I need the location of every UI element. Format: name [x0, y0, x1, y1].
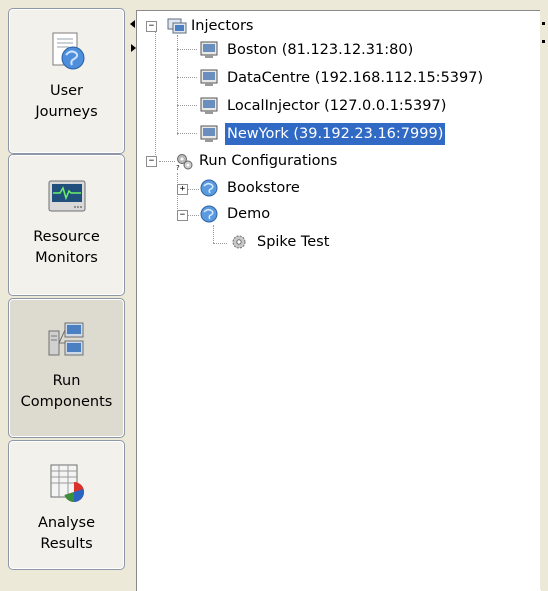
globe-icon — [200, 205, 218, 223]
spreadsheet-chart-icon — [50, 464, 85, 502]
globe-icon — [200, 179, 218, 197]
run-configurations-collapse-toggle[interactable]: − — [146, 156, 157, 167]
component-tree: − Injectors Boston (81.123.12.31:80) Dat… — [136, 10, 541, 591]
gear-icon — [232, 235, 246, 249]
injector-monitor-icon — [200, 125, 218, 142]
run-components-label: Run Components — [20, 373, 113, 410]
injector-group-icon — [167, 18, 187, 34]
user-journeys-button[interactable]: User Journeys — [8, 8, 125, 154]
analyse-results-label: Analyse Results — [37, 515, 96, 552]
servers-network-icon — [48, 322, 84, 356]
globe-document-icon — [52, 32, 85, 70]
injector-monitor-icon — [200, 69, 218, 86]
resource-monitors-label: Resource Monitors — [33, 229, 100, 266]
svg-text:?: ? — [176, 164, 180, 171]
run-components-button[interactable]: Run Components — [8, 298, 125, 438]
resource-monitors-button[interactable]: Resource Monitors — [8, 154, 125, 296]
launcher-panel: User Journeys Resource Monitors Run Comp… — [0, 0, 131, 590]
monitor-heartbeat-icon — [48, 180, 86, 212]
panel-right-edge — [540, 0, 548, 590]
injector-monitor-icon — [200, 97, 218, 114]
collapse-left-arrow-icon[interactable] — [130, 20, 135, 28]
analyse-results-button[interactable]: Analyse Results — [8, 440, 125, 570]
bookstore-expand-toggle[interactable]: + — [177, 184, 188, 195]
injector-monitor-icon — [200, 41, 218, 58]
gears-icon: ? — [176, 154, 193, 171]
demo-collapse-toggle[interactable]: − — [177, 210, 188, 221]
user-journeys-label: User Journeys — [35, 83, 98, 120]
injectors-collapse-toggle[interactable]: − — [146, 21, 157, 32]
